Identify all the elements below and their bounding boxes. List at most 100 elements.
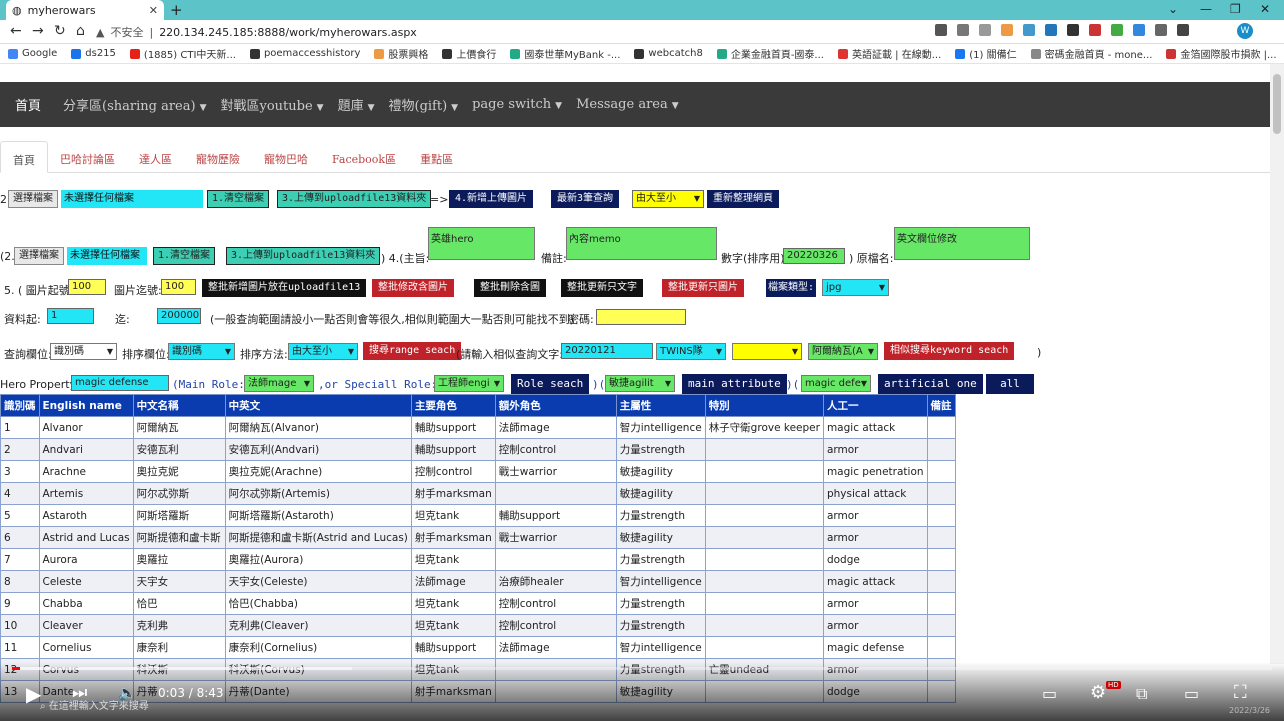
hero-select[interactable]: 阿爾納瓦(A ▼ bbox=[808, 343, 878, 360]
role-search-button[interactable]: Role seach bbox=[511, 374, 590, 394]
twins-select[interactable]: TWINS隊 ▼ bbox=[656, 343, 726, 360]
bookmark-item[interactable]: 金箔國際股市損款 |... bbox=[1166, 46, 1277, 61]
table-row[interactable]: 2 Andvari 安德瓦利 安德瓦利(Andvari) 輔助support 控制cont… bbox=[0, 438, 956, 461]
special-role-select[interactable]: 工程師engi ▼ bbox=[434, 375, 504, 392]
column-header[interactable]: 額外角色 bbox=[494, 394, 617, 417]
subtab-0[interactable]: 首頁 bbox=[0, 141, 48, 173]
sort-field-select[interactable]: 識別碼 ▼ bbox=[168, 343, 235, 360]
nav-item-4[interactable]: page switch ▼ bbox=[472, 97, 562, 112]
extension-icon-6[interactable] bbox=[1111, 24, 1123, 36]
range-search-button[interactable]: 搜尋range seach bbox=[363, 342, 462, 360]
nav-item-3[interactable]: 禮物(gift) ▼ bbox=[389, 95, 459, 114]
row1-upload-button[interactable]: 3.上傳到uploadfile13資料夾 bbox=[277, 190, 432, 208]
bookmark-item[interactable]: 企業金融首頁-國泰... bbox=[716, 46, 824, 61]
artificial-one-button[interactable]: artificial one bbox=[878, 374, 983, 394]
table-row[interactable]: 8 Celeste 天宇女 天宇女(Celeste) 法師mage 治療師healer 智力… bbox=[0, 570, 956, 593]
column-header[interactable]: 人工一 bbox=[822, 394, 928, 417]
sort-method-select[interactable]: 由大至小 ▼ bbox=[288, 343, 358, 360]
extension-icon-7[interactable] bbox=[1133, 24, 1145, 36]
subtab-4[interactable]: 寵物巴哈 bbox=[252, 141, 320, 173]
data-to-input[interactable]: 200000 bbox=[157, 308, 201, 324]
extension-icon-3[interactable] bbox=[1045, 24, 1057, 36]
column-header[interactable]: 主屬性 bbox=[615, 394, 706, 417]
bookmark-item[interactable]: 股票興格 bbox=[374, 46, 428, 61]
similar-text-input[interactable]: 20220121 bbox=[561, 343, 653, 359]
new-tab-icon[interactable]: + bbox=[170, 0, 183, 20]
subtab-3[interactable]: 寵物歷險 bbox=[184, 141, 252, 173]
forward-icon[interactable]: → bbox=[32, 23, 44, 39]
memo-textarea[interactable]: 內容memo bbox=[566, 227, 717, 260]
filetype-select[interactable]: jpg ▼ bbox=[822, 279, 889, 296]
data-from-input[interactable]: 1 bbox=[47, 308, 94, 324]
sidebar-icon[interactable] bbox=[1177, 24, 1189, 36]
latest3-query-button[interactable]: 最新3筆查詢 bbox=[551, 190, 620, 208]
bookmark-item[interactable]: (1885) CTI中天新... bbox=[129, 46, 236, 61]
yellow-select[interactable]: ▼ bbox=[732, 343, 802, 360]
table-row[interactable]: 5 Astaroth 阿斯塔羅斯 阿斯塔羅斯(Astaroth) 坦克tank 輔助sup… bbox=[0, 504, 956, 527]
subtab-2[interactable]: 達人區 bbox=[127, 141, 184, 173]
password-input[interactable] bbox=[596, 309, 686, 325]
browser-tab[interactable]: ◍ myherowars ✕ bbox=[6, 0, 164, 20]
batch-edit-button[interactable]: 整批修改含圖片 bbox=[372, 279, 454, 297]
hero-property-input[interactable]: magic defense bbox=[71, 375, 169, 391]
column-header[interactable]: English name bbox=[38, 394, 134, 417]
query-field-select[interactable]: 識別碼 ▼ bbox=[50, 343, 117, 360]
subtab-6[interactable]: 重點區 bbox=[408, 141, 465, 173]
add-upload-image-button[interactable]: 4.新增上傳圖片 bbox=[449, 190, 534, 208]
close-tab-icon[interactable]: ✕ bbox=[149, 4, 158, 17]
image-start-input[interactable]: 100 bbox=[68, 279, 106, 295]
main-role-select[interactable]: 法師mage ▼ bbox=[244, 375, 314, 392]
table-row[interactable]: 9 Chabba 恰巴 恰巴(Chabba) 坦克tank 控制control 力量stre… bbox=[0, 592, 956, 615]
extension-icon-2[interactable] bbox=[1023, 24, 1035, 36]
restore-icon[interactable]: ❐ bbox=[1230, 0, 1241, 20]
column-header[interactable]: 主要角色 bbox=[410, 394, 496, 417]
nav-item-5[interactable]: Message area ▼ bbox=[576, 97, 679, 112]
table-row[interactable]: 7 Aurora 奧羅拉 奧羅拉(Aurora) 坦克tank 力量strength dod… bbox=[0, 548, 956, 571]
miniplayer-icon[interactable]: ⧉ bbox=[1136, 684, 1147, 704]
row2-choose-file-button[interactable]: 選擇檔案 bbox=[14, 247, 64, 265]
english-textarea[interactable]: 英文欄位修改 bbox=[894, 227, 1030, 260]
table-row[interactable]: 6 Astrid and Lucas 阿斯提德和盧卡斯 阿斯提德和盧卡斯(Astrid… bbox=[0, 526, 956, 549]
scrollbar-thumb[interactable] bbox=[1273, 74, 1281, 134]
bookmark-item[interactable]: 上價食行 bbox=[442, 46, 496, 61]
extension-icon-5[interactable] bbox=[1089, 24, 1101, 36]
subtitles-icon[interactable]: ▭ bbox=[1042, 684, 1057, 703]
bookmark-item[interactable]: Google bbox=[8, 48, 57, 59]
image-end-input[interactable]: 100 bbox=[161, 279, 196, 295]
subtab-1[interactable]: 巴哈討論區 bbox=[48, 141, 127, 173]
nav-home[interactable]: 首頁 bbox=[15, 95, 41, 114]
taskbar-search[interactable]: ⌕ 在這裡輸入文字來搜尋 bbox=[40, 697, 149, 712]
nav-item-0[interactable]: 分享區(sharing area) ▼ bbox=[63, 95, 206, 114]
theater-icon[interactable]: ▭ bbox=[1184, 684, 1199, 703]
bookmark-item[interactable]: ds215 bbox=[71, 48, 116, 59]
key-icon[interactable] bbox=[935, 24, 947, 36]
tab-search-icon[interactable]: ⌄ bbox=[1168, 0, 1178, 20]
nav-item-2[interactable]: 題庫 ▼ bbox=[338, 95, 375, 114]
fullscreen-icon[interactable]: ⛶ bbox=[1234, 682, 1247, 703]
video-progress-bar[interactable] bbox=[12, 667, 1272, 670]
close-window-icon[interactable]: ✕ bbox=[1260, 0, 1270, 20]
page-scrollbar[interactable] bbox=[1270, 64, 1284, 664]
column-header[interactable]: 中文名稱 bbox=[132, 394, 226, 417]
home-icon[interactable]: ⌂ bbox=[76, 23, 85, 39]
sort-order-select[interactable]: 由大至小 ▼ bbox=[632, 190, 704, 208]
rebuild-page-button[interactable]: 重新整理網頁 bbox=[707, 190, 779, 208]
row2-clear-button[interactable]: 1.清空檔案 bbox=[153, 247, 216, 265]
subtab-5[interactable]: Facebook區 bbox=[320, 141, 408, 173]
bookmark-item[interactable]: webcatch8 bbox=[634, 48, 703, 59]
share-icon[interactable] bbox=[957, 24, 969, 36]
bookmark-item[interactable]: 英語証載 | 在線動... bbox=[837, 46, 941, 61]
nav-item-1[interactable]: 對戰區youtube ▼ bbox=[220, 95, 323, 114]
extension-icon-1[interactable] bbox=[1001, 24, 1013, 36]
table-row[interactable]: 10 Cleaver 克利弗 克利弗(Cleaver) 坦克tank 控制control 力… bbox=[0, 614, 956, 637]
subject-textarea[interactable]: 英雄hero bbox=[428, 227, 535, 260]
puzzle-icon[interactable] bbox=[1155, 24, 1167, 36]
number-input[interactable]: 20220326 bbox=[783, 248, 845, 264]
table-row[interactable]: 4 Artemis 阿尔忒弥斯 阿尔忒弥斯(Artemis) 射手marksman 敏捷a… bbox=[0, 482, 956, 505]
batch-update-text-button[interactable]: 整批更新只文字 bbox=[561, 279, 643, 297]
reload-icon[interactable]: ↻ bbox=[54, 23, 66, 39]
minimize-icon[interactable]: — bbox=[1200, 0, 1212, 20]
back-icon[interactable]: ← bbox=[10, 23, 22, 39]
batch-delete-button[interactable]: 整批刪除含圖 bbox=[474, 279, 546, 297]
extension-icon-4[interactable] bbox=[1067, 24, 1079, 36]
